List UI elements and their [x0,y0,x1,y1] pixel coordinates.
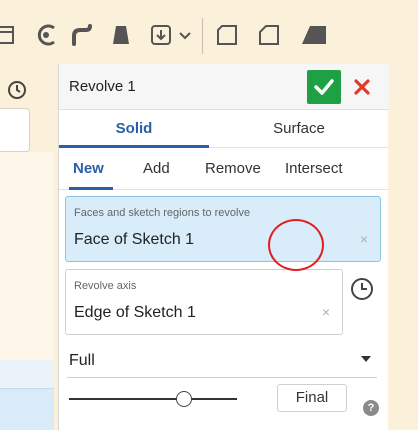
revolve-type-value: Full [69,352,95,369]
revolve-type-select[interactable]: Full [67,344,377,378]
caret-down-icon [361,356,371,362]
fillet-icon[interactable] [34,22,60,48]
feature-list-row[interactable] [0,360,54,388]
feature-toolbar [0,0,418,62]
app-window: Revolve 1 Solid Surface New Add Remove I… [0,0,418,430]
rollback-slider-thumb[interactable] [176,391,192,407]
sweep-icon[interactable] [70,22,96,48]
extrude-icon[interactable] [0,22,16,48]
history-icon[interactable] [6,78,28,100]
accept-button[interactable] [307,70,341,104]
loft-icon[interactable] [108,22,134,48]
chevron-down-icon[interactable] [178,22,192,48]
chamfer-icon[interactable] [300,22,326,48]
checkmark-icon [314,79,334,95]
faces-field-value: Face of Sketch 1 [74,231,195,248]
faces-selection-field[interactable]: Faces and sketch regions to revolve Face… [65,196,381,262]
dialog-header: Revolve 1 [59,64,389,110]
tab-solid[interactable]: Solid [59,110,209,148]
thicken-icon[interactable] [148,22,174,48]
rollback-slider-track[interactable] [69,398,237,400]
body-type-tabs: Solid Surface [59,110,389,148]
close-icon [354,79,370,95]
axis-field-value: Edge of Sketch 1 [74,304,196,321]
operation-tabs: New Add Remove Intersect [59,148,389,190]
tab-new[interactable]: New [73,148,104,190]
clear-faces-icon[interactable]: × [360,231,368,247]
feature-list-background [0,152,54,360]
clear-axis-icon[interactable]: × [322,304,330,320]
draft-icon[interactable] [256,22,282,48]
tab-intersect[interactable]: Intersect [285,148,343,190]
revolve-axis-field[interactable]: Revolve axis Edge of Sketch 1 × [65,269,343,335]
revolve-dialog: Revolve 1 Solid Surface New Add Remove I… [58,64,389,430]
cursor-highlight-ring [268,219,324,271]
final-button[interactable]: Final [277,384,347,412]
tab-add[interactable]: Add [143,148,170,190]
help-icon[interactable]: ? [363,400,379,416]
toolbar-divider [202,18,203,54]
dialog-title: Revolve 1 [69,78,136,95]
feature-list-row-selected[interactable] [0,388,54,430]
axis-direction-icon[interactable] [349,276,375,302]
axis-field-label: Revolve axis [74,280,137,292]
feature-search-input[interactable] [0,108,30,152]
tab-remove[interactable]: Remove [205,148,261,190]
operation-active-indicator [69,187,113,190]
faces-field-label: Faces and sketch regions to revolve [74,207,251,219]
cancel-button[interactable] [349,74,375,100]
tab-surface[interactable]: Surface [224,110,374,148]
shell-icon[interactable] [214,22,240,48]
